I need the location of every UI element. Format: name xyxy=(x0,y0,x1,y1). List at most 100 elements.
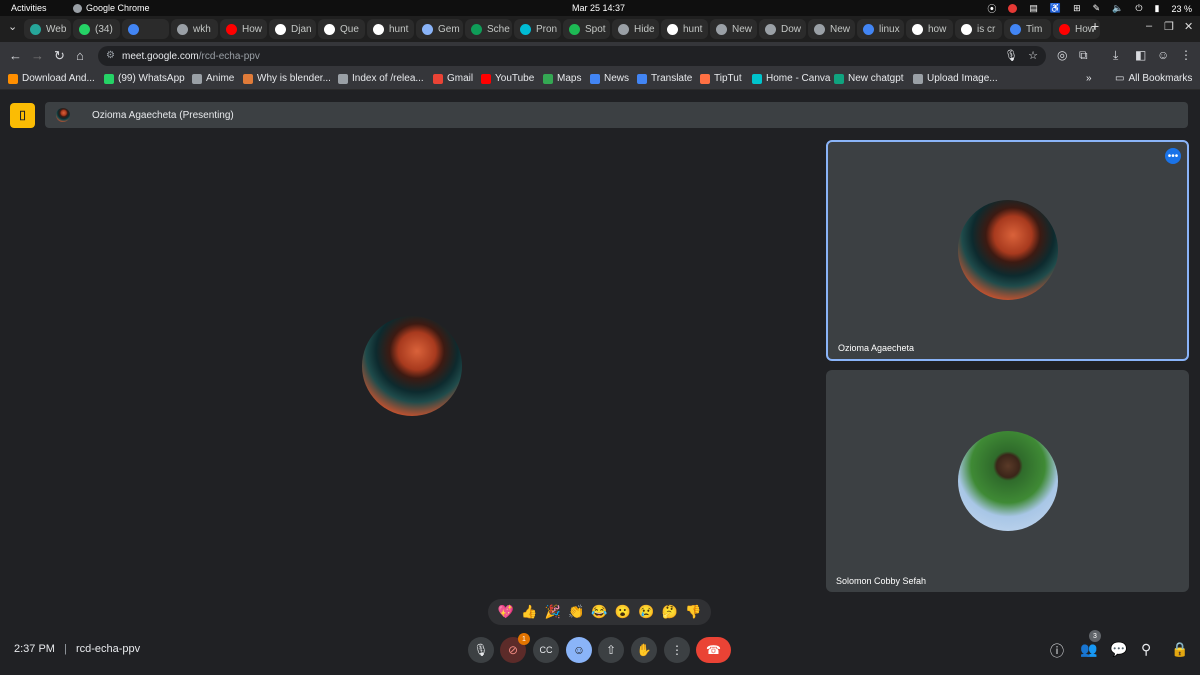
bookmark-favicon-icon xyxy=(700,73,710,84)
reaction-button[interactable]: 🎉 xyxy=(545,604,561,620)
download-icon[interactable]: ⤓ xyxy=(1113,48,1118,63)
bookmark-item[interactable]: TipTut xyxy=(700,73,742,84)
tab[interactable]: linux xyxy=(857,19,904,39)
bookmark-item[interactable]: Gmail xyxy=(433,73,473,84)
menu-icon[interactable]: ⋮ xyxy=(1180,48,1192,62)
mic-icon[interactable]: 🎙 xyxy=(1004,49,1018,62)
bookmark-item[interactable]: (99) WhatsApp xyxy=(104,73,185,84)
bookmark-item[interactable]: Upload Image... xyxy=(913,73,998,84)
tab-label: New xyxy=(830,23,851,35)
tab[interactable]: Sche xyxy=(465,19,512,39)
new-tab-button[interactable]: + xyxy=(1091,18,1099,34)
microphone-button[interactable]: 🎙 xyxy=(468,637,494,663)
tab[interactable]: (34) xyxy=(73,19,120,39)
chat-icon[interactable]: 💬 xyxy=(1110,641,1127,658)
bookmark-label: Maps xyxy=(557,73,582,84)
bookmark-item[interactable]: YouTube xyxy=(481,73,534,84)
more-options-icon[interactable]: ••• xyxy=(1165,148,1181,164)
extension-icon[interactable]: ◎ xyxy=(1057,48,1067,62)
tab[interactable] xyxy=(122,19,169,39)
reaction-button[interactable]: 😢 xyxy=(638,604,654,620)
bookmark-item[interactable]: New chatgpt xyxy=(834,73,904,84)
tab[interactable]: Hide xyxy=(612,19,659,39)
leave-call-button[interactable]: ☎ xyxy=(696,637,731,663)
reaction-button[interactable]: 👏 xyxy=(568,604,584,620)
tab[interactable]: Spot xyxy=(563,19,610,39)
tab[interactable]: hunt xyxy=(661,19,708,39)
tab[interactable]: Gem xyxy=(416,19,463,39)
bookmark-item[interactable]: Translate xyxy=(637,73,692,84)
tab-label: hunt xyxy=(683,23,703,35)
hang-up-icon: ☎ xyxy=(706,643,721,657)
presenting-bar[interactable]: Ozioma Agaecheta (Presenting) xyxy=(45,102,1188,128)
forward-button[interactable]: → xyxy=(31,48,44,63)
emoji-button[interactable]: ☺ xyxy=(566,637,592,663)
tab[interactable]: Web xyxy=(24,19,71,39)
bookmark-favicon-icon xyxy=(543,73,553,84)
side-panel-icon[interactable]: ◧ xyxy=(1135,48,1146,62)
bookmark-item[interactable]: Home - Canva xyxy=(752,73,830,84)
tab-favicon-icon xyxy=(814,23,825,35)
reaction-button[interactable]: 👎 xyxy=(685,604,701,620)
tab-label: Spot xyxy=(585,23,606,35)
participant-tile[interactable]: ••• Ozioma Agaecheta xyxy=(826,140,1189,361)
meeting-details-icon[interactable]: ⓘ xyxy=(1050,641,1064,661)
bookmark-item[interactable]: Download And... xyxy=(8,73,95,84)
reaction-button[interactable]: 😮 xyxy=(615,604,631,620)
bookmark-item[interactable]: News xyxy=(590,73,629,84)
camera-button[interactable]: ⊘ 1 xyxy=(500,633,530,663)
close-window-button[interactable]: ✕ xyxy=(1184,20,1193,33)
system-clock[interactable]: Mar 25 14:37 xyxy=(572,3,625,13)
extensions-icon[interactable]: ⧉ xyxy=(1079,48,1088,63)
raise-hand-button[interactable]: ✋ xyxy=(631,637,657,663)
bookmark-item[interactable]: Anime xyxy=(192,73,234,84)
maximize-button[interactable]: ❐ xyxy=(1164,20,1174,33)
system-tray[interactable]: ⦿ ▤ ♿ ⊞ ✎ 🔈 ⏻ ▮ 23 % xyxy=(987,2,1192,15)
home-button[interactable]: ⌂ xyxy=(76,48,84,63)
mic-icon: 🎙 xyxy=(473,643,489,657)
tab[interactable]: wkh xyxy=(171,19,218,39)
tab[interactable]: Dow xyxy=(759,19,806,39)
activities-icon[interactable]: ⚲ xyxy=(1141,641,1151,658)
back-button[interactable]: ← xyxy=(9,48,22,63)
tab-search-icon[interactable]: ⌄ xyxy=(8,20,17,33)
captions-button[interactable]: CC xyxy=(533,637,559,663)
bookmarks-overflow-icon[interactable]: » xyxy=(1086,73,1092,84)
site-info-icon[interactable]: ⚙ xyxy=(106,50,115,61)
reload-button[interactable]: ↻ xyxy=(54,48,65,64)
tab[interactable]: Pron xyxy=(514,19,561,39)
tab-label: wkh xyxy=(193,23,211,35)
bookmark-favicon-icon xyxy=(637,73,647,84)
reaction-button[interactable]: 🤔 xyxy=(662,604,678,620)
all-bookmarks-folder[interactable]: ▭ All Bookmarks xyxy=(1115,73,1192,84)
reaction-button[interactable]: 💖 xyxy=(498,604,514,620)
activities-button[interactable]: Activities xyxy=(11,3,47,13)
present-button[interactable]: ⇧ xyxy=(598,637,624,663)
tab[interactable]: Djan xyxy=(269,19,316,39)
tab[interactable]: Que xyxy=(318,19,365,39)
tab[interactable]: New xyxy=(808,19,855,39)
tab[interactable]: Tim xyxy=(1004,19,1051,39)
address-bar[interactable]: ⚙ meet.google.com/rcd-echa-ppv 🎙 ☆ xyxy=(98,46,1046,66)
bookmark-item[interactable]: Why is blender... xyxy=(243,73,331,84)
bookmark-favicon-icon xyxy=(834,73,844,84)
bookmark-item[interactable]: Maps xyxy=(543,73,581,84)
app-menu[interactable]: Google Chrome xyxy=(73,3,150,13)
bookmark-item[interactable]: Index of /relea... xyxy=(338,73,424,84)
meet-logo-icon[interactable]: ⌷ xyxy=(10,103,35,128)
tab[interactable]: hunt xyxy=(367,19,414,39)
tab[interactable]: How xyxy=(220,19,267,39)
people-icon[interactable]: 👥 xyxy=(1080,641,1097,658)
tab[interactable]: New xyxy=(710,19,757,39)
more-options-button[interactable]: ⋮ xyxy=(664,637,690,663)
host-controls-icon[interactable]: 🔒 xyxy=(1171,641,1188,658)
participant-tile[interactable]: Solomon Cobby Sefah xyxy=(826,370,1189,592)
minimize-button[interactable]: – xyxy=(1146,20,1152,32)
tab-label: Djan xyxy=(291,23,312,35)
bookmark-star-icon[interactable]: ☆ xyxy=(1028,49,1038,62)
tab[interactable]: how xyxy=(906,19,953,39)
reaction-button[interactable]: 👍 xyxy=(521,604,537,620)
tab[interactable]: is cr xyxy=(955,19,1002,39)
profile-avatar[interactable]: ☺ xyxy=(1157,48,1169,62)
reaction-button[interactable]: 😂 xyxy=(591,604,607,620)
